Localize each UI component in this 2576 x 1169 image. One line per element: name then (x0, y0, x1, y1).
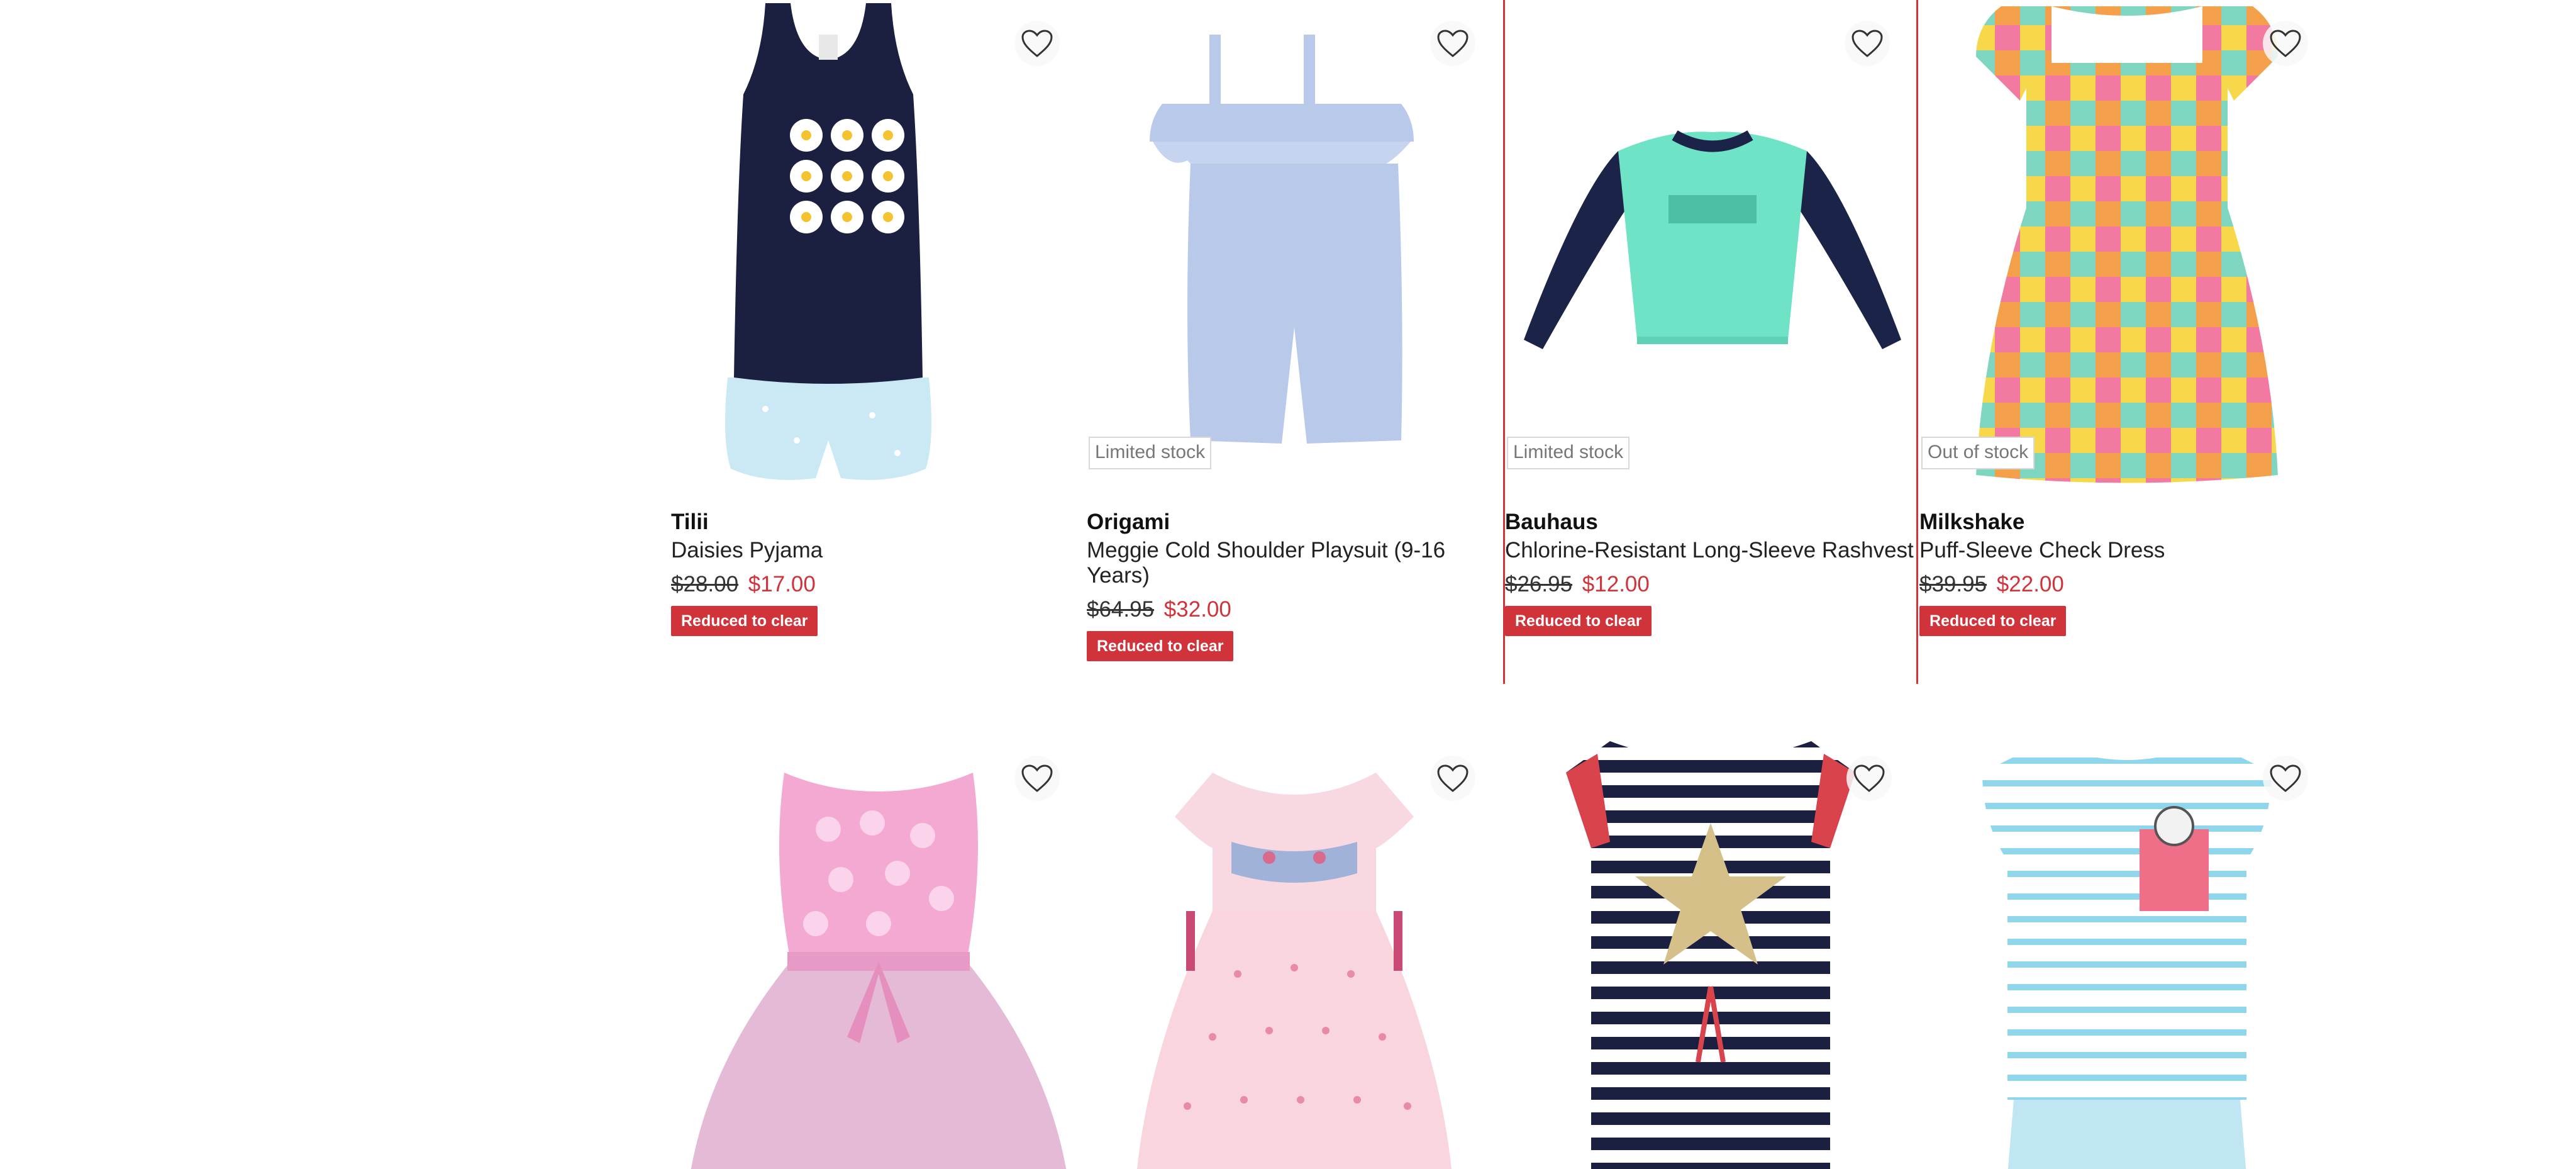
wishlist-button[interactable] (1014, 756, 1060, 801)
sale-price: $32.00 (1163, 597, 1231, 622)
wishlist-button[interactable] (2263, 21, 2308, 66)
wishlist-button[interactable] (2263, 756, 2308, 801)
product-price: $26.95 $12.00 (1505, 571, 1920, 598)
product-card[interactable] (1503, 735, 1918, 1169)
product-card[interactable]: Tilii Daisies Pyjama $28.00 $17.00 Reduc… (671, 0, 1086, 684)
original-price: $64.95 (1087, 597, 1155, 622)
product-brand[interactable]: Bauhaus (1505, 508, 1920, 536)
product-card[interactable]: Limited stock Bauhaus Chlorine-Resistant… (1503, 0, 1918, 684)
product-name[interactable]: Daisies Pyjama (671, 538, 1086, 563)
stock-status-tag: Limited stock (1089, 437, 1212, 469)
product-info: Tilii Daisies Pyjama $28.00 $17.00 Reduc… (671, 508, 1086, 636)
stock-status-tag: Limited stock (1507, 437, 1630, 469)
stock-status-tag: Out of stock (1921, 437, 2035, 469)
product-card[interactable]: Limited stock Origami Meggie Cold Should… (1087, 0, 1502, 684)
original-price: $26.95 (1505, 572, 1573, 596)
wishlist-button[interactable] (1430, 21, 1475, 66)
promo-badge: Reduced to clear (1087, 631, 1234, 661)
promo-badge: Reduced to clear (1505, 606, 1652, 636)
wishlist-button[interactable] (1014, 21, 1060, 66)
promo-badge: Reduced to clear (1919, 606, 2067, 636)
product-card[interactable] (671, 735, 1086, 1169)
wishlist-button[interactable] (1845, 21, 1890, 66)
heart-icon (1853, 764, 1885, 792)
sale-price: $22.00 (1996, 572, 2064, 596)
wishlist-button[interactable] (1846, 756, 1892, 801)
product-image[interactable] (671, 735, 1086, 1169)
product-info: Origami Meggie Cold Shoulder Playsuit (9… (1087, 508, 1502, 661)
product-brand[interactable]: Tilii (671, 508, 1086, 536)
sale-price: $12.00 (1582, 572, 1650, 596)
heart-icon (2270, 30, 2301, 57)
product-image[interactable] (1503, 735, 1918, 1169)
product-brand[interactable]: Milkshake (1919, 508, 2334, 536)
heart-icon (1021, 30, 1053, 57)
product-image[interactable] (671, 0, 1086, 488)
sale-price: $17.00 (748, 572, 816, 596)
heart-icon (1852, 30, 1883, 57)
product-image[interactable] (1087, 0, 1502, 488)
heart-icon (1437, 764, 1468, 792)
product-info: Milkshake Puff-Sleeve Check Dress $39.95… (1919, 508, 2334, 636)
product-name[interactable]: Puff-Sleeve Check Dress (1919, 538, 2334, 563)
product-image[interactable] (1919, 0, 2334, 488)
product-price: $28.00 $17.00 (671, 571, 1086, 598)
product-card[interactable] (1087, 735, 1502, 1169)
promo-badge: Reduced to clear (671, 606, 818, 636)
wishlist-button[interactable] (1430, 756, 1475, 801)
product-grid-page: Tilii Daisies Pyjama $28.00 $17.00 Reduc… (0, 0, 2576, 1169)
product-name[interactable]: Meggie Cold Shoulder Playsuit (9-16 Year… (1087, 538, 1502, 588)
product-image[interactable] (1087, 735, 1502, 1169)
heart-icon (2270, 764, 2301, 792)
product-price: $39.95 $22.00 (1919, 571, 2334, 598)
product-card[interactable] (1919, 735, 2334, 1169)
product-name[interactable]: Chlorine-Resistant Long-Sleeve Rashvest (1505, 538, 1920, 563)
original-price: $39.95 (1919, 572, 1987, 596)
product-brand[interactable]: Origami (1087, 508, 1502, 536)
original-price: $28.00 (671, 572, 739, 596)
product-card[interactable]: Out of stock Milkshake Puff-Sleeve Check… (1919, 0, 2334, 684)
product-image[interactable] (1505, 0, 1920, 488)
product-info: Bauhaus Chlorine-Resistant Long-Sleeve R… (1505, 508, 1920, 636)
heart-icon (1437, 30, 1468, 57)
heart-icon (1021, 764, 1053, 792)
product-image[interactable] (1919, 735, 2334, 1169)
product-price: $64.95 $32.00 (1087, 596, 1502, 624)
